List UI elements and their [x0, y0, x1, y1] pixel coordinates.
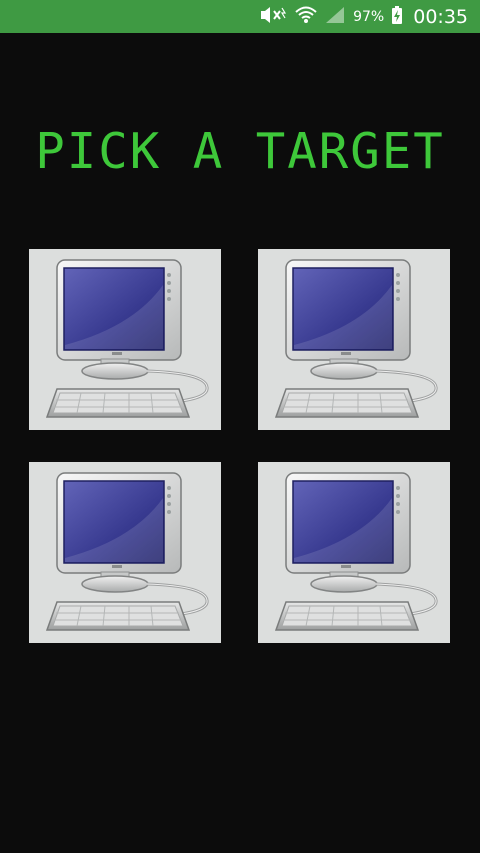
battery-percent: 97% — [353, 8, 385, 25]
status-icons: 97% 00:35 — [251, 0, 468, 33]
page-title: PICK A TARGET — [35, 123, 445, 180]
mute-icon — [258, 5, 288, 29]
computer-icon — [29, 249, 221, 430]
computer-icon — [29, 462, 221, 643]
wifi-icon — [295, 5, 317, 29]
target-tile-2[interactable] — [258, 249, 450, 430]
battery-charging-icon — [391, 5, 403, 29]
signal-icon — [324, 5, 346, 29]
computer-icon — [258, 462, 450, 643]
target-tile-1[interactable] — [29, 249, 221, 430]
status-bar: 97% 00:35 — [0, 0, 480, 33]
target-tile-4[interactable] — [258, 462, 450, 643]
status-clock: 00:35 — [413, 5, 468, 28]
target-tile-3[interactable] — [29, 462, 221, 643]
computer-icon — [258, 249, 450, 430]
